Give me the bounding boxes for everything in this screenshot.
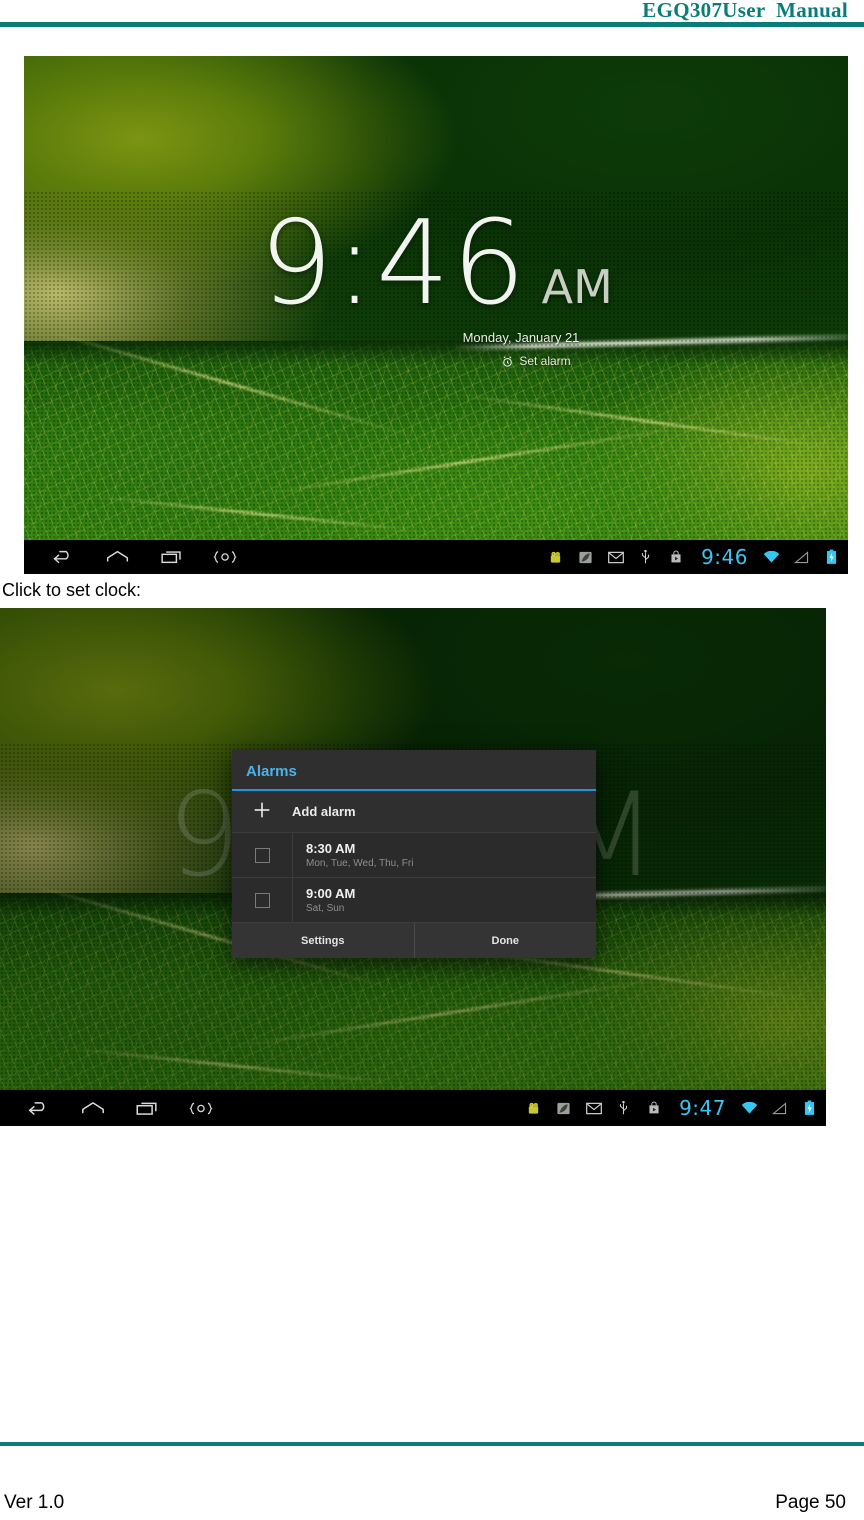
alarm-time: 8:30 AM <box>306 841 356 856</box>
footer-divider <box>0 1442 864 1446</box>
back-icon[interactable] <box>50 546 76 568</box>
footer-page-number: Page 50 <box>775 1492 846 1513</box>
status-bar-time: 9:47 <box>679 1096 726 1120</box>
recent-apps-icon[interactable] <box>158 546 184 568</box>
alarm-item-texts: 8:30 AM Mon, Tue, Wed, Thu, Fri <box>293 841 413 869</box>
recent-apps-icon[interactable] <box>134 1097 160 1119</box>
alarm-enable-checkbox-cell[interactable] <box>232 878 293 922</box>
nav-buttons-group <box>0 1097 214 1119</box>
alarm-enable-checkbox[interactable] <box>254 892 270 908</box>
wifi-icon <box>763 549 780 566</box>
status-icons-group: 9:46 <box>547 545 848 569</box>
alarm-days: Mon, Tue, Wed, Thu, Fri <box>306 858 414 869</box>
screenshot-icon[interactable] <box>188 1097 214 1119</box>
alarm-list-item[interactable]: 8:30 AM Mon, Tue, Wed, Thu, Fri <box>232 833 596 878</box>
nav-buttons-group <box>24 546 238 568</box>
page-footer: Ver 1.0 Page 50 <box>0 1442 864 1520</box>
document-title: EGQ307User Manual <box>642 0 848 22</box>
leaf-icon <box>555 1100 572 1117</box>
alarm-days: Sat, Sun <box>306 903 345 914</box>
android-navigation-bar: 9:47 <box>0 1090 826 1126</box>
alarm-enable-checkbox-cell[interactable] <box>232 833 293 877</box>
android-navigation-bar: 9:46 <box>24 540 848 574</box>
status-icons-group: 9:47 <box>525 1096 826 1120</box>
body-caption: Click to set clock: <box>2 580 142 600</box>
play-store-icon <box>667 549 684 566</box>
signal-icon <box>793 549 810 566</box>
add-alarm-label: Add alarm <box>292 804 356 819</box>
back-icon[interactable] <box>26 1097 52 1119</box>
halftone-texture <box>24 190 848 574</box>
alarm-time: 9:00 AM <box>306 886 356 901</box>
screenshot-alarms-screen: 9 M Alarms Add alarm 8:30 AM Mon, Tue, W… <box>0 608 826 1126</box>
wifi-icon <box>741 1100 758 1117</box>
page-header: EGQ307User Manual <box>0 0 864 28</box>
gmail-icon <box>585 1100 602 1117</box>
alarms-dialog-footer: Settings Done <box>232 923 596 958</box>
android-robot-icon <box>547 549 564 566</box>
leaf-icon <box>577 549 594 566</box>
alarm-enable-checkbox[interactable] <box>254 847 270 863</box>
screenshot-clock-screen: 9:46 AM Monday, January 21 Set alarm 9:4… <box>24 56 848 574</box>
header-divider <box>0 22 864 27</box>
alarms-dialog-header: Alarms <box>232 750 596 791</box>
battery-icon <box>823 549 840 566</box>
usb-icon <box>615 1100 632 1117</box>
settings-button[interactable]: Settings <box>232 923 414 958</box>
plus-icon <box>232 799 292 825</box>
status-bar-time: 9:46 <box>701 545 748 569</box>
usb-icon <box>637 549 654 566</box>
home-icon[interactable] <box>104 546 130 568</box>
done-button[interactable]: Done <box>413 923 597 958</box>
android-robot-icon <box>525 1100 542 1117</box>
play-store-icon <box>645 1100 662 1117</box>
add-alarm-row[interactable]: Add alarm <box>232 791 596 833</box>
alarm-item-texts: 9:00 AM Sat, Sun <box>293 886 355 914</box>
footer-version: Ver 1.0 <box>4 1492 65 1513</box>
gmail-icon <box>607 549 624 566</box>
alarm-list-item[interactable]: 9:00 AM Sat, Sun <box>232 878 596 923</box>
screenshot-icon[interactable] <box>212 546 238 568</box>
battery-icon <box>801 1100 818 1117</box>
alarms-dialog-title: Alarms <box>246 763 297 780</box>
alarms-dialog: Alarms Add alarm 8:30 AM Mon, Tue, Wed, … <box>232 750 596 958</box>
home-icon[interactable] <box>80 1097 106 1119</box>
signal-icon <box>771 1100 788 1117</box>
